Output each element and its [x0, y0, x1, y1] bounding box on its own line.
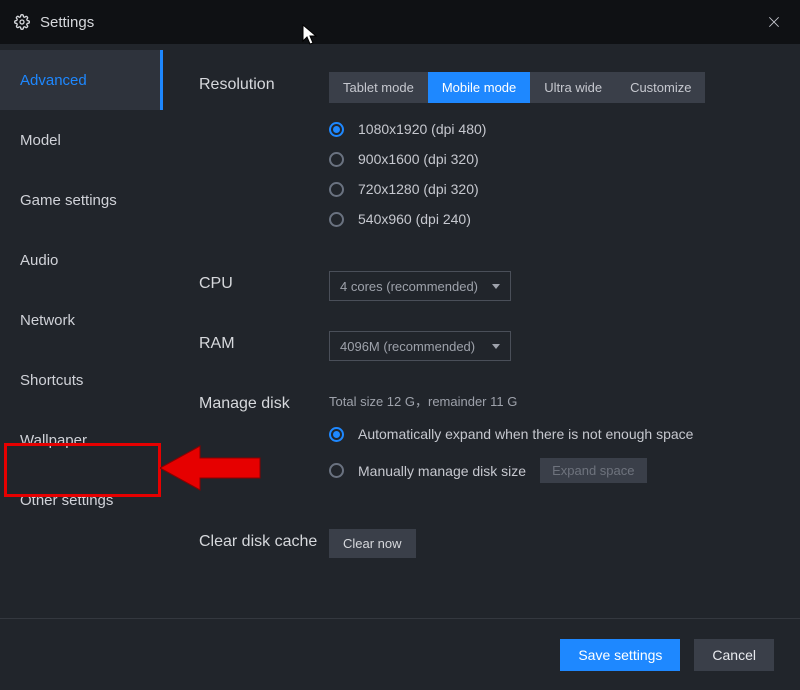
sidebar-item-audio[interactable]: Audio	[0, 230, 163, 290]
resolution-option[interactable]: 720x1280 (dpi 320)	[329, 181, 800, 197]
radio-label: 720x1280 (dpi 320)	[358, 181, 479, 197]
tab-ultra-wide[interactable]: Ultra wide	[530, 72, 616, 103]
sidebar-item-shortcuts[interactable]: Shortcuts	[0, 350, 163, 410]
sidebar-item-wallpaper[interactable]: Wallpaper	[0, 410, 163, 470]
cpu-select[interactable]: 4 cores (recommended)	[329, 271, 511, 301]
radio-label: 900x1600 (dpi 320)	[358, 151, 479, 167]
clear-cache-button[interactable]: Clear now	[329, 529, 416, 558]
cancel-button[interactable]: Cancel	[694, 639, 774, 671]
radio-label: Manually manage disk size	[358, 463, 526, 479]
radio-label: 1080x1920 (dpi 480)	[358, 121, 486, 137]
footer: Save settings Cancel	[0, 618, 800, 690]
sidebar-item-label: Advanced	[20, 72, 87, 89]
sidebar-item-label: Network	[20, 312, 75, 329]
resolution-option[interactable]: 540x960 (dpi 240)	[329, 211, 800, 227]
content-pane: Resolution Tablet mode Mobile mode Ultra…	[163, 44, 800, 618]
chevron-down-icon	[492, 344, 500, 349]
disk-label: Manage disk	[199, 391, 329, 413]
tab-mobile-mode[interactable]: Mobile mode	[428, 72, 530, 103]
sidebar-item-label: Wallpaper	[20, 432, 87, 449]
sidebar: Advanced Model Game settings Audio Netwo…	[0, 44, 163, 618]
expand-space-button: Expand space	[540, 458, 646, 483]
tab-tablet-mode[interactable]: Tablet mode	[329, 72, 428, 103]
radio-icon	[329, 212, 344, 227]
resolution-option[interactable]: 1080x1920 (dpi 480)	[329, 121, 800, 137]
resolution-label: Resolution	[199, 72, 329, 94]
ram-label: RAM	[199, 331, 329, 353]
sidebar-item-other-settings[interactable]: Other settings	[0, 470, 163, 530]
radio-label: Automatically expand when there is not e…	[358, 426, 693, 442]
select-value: 4 cores (recommended)	[340, 279, 478, 294]
disk-auto-option[interactable]: Automatically expand when there is not e…	[329, 426, 800, 442]
radio-icon	[329, 122, 344, 137]
sidebar-item-label: Audio	[20, 252, 58, 269]
sidebar-item-label: Other settings	[20, 492, 113, 509]
gear-icon	[14, 14, 30, 30]
radio-label: 540x960 (dpi 240)	[358, 211, 471, 227]
chevron-down-icon	[492, 284, 500, 289]
tab-label: Tablet mode	[343, 80, 414, 95]
title-bar: Settings	[0, 0, 800, 44]
radio-icon	[329, 427, 344, 442]
select-value: 4096M (recommended)	[340, 339, 475, 354]
sidebar-item-advanced[interactable]: Advanced	[0, 50, 163, 110]
close-button[interactable]	[762, 10, 786, 34]
disk-manual-option[interactable]: Manually manage disk size Expand space	[329, 458, 800, 483]
tab-label: Customize	[630, 80, 691, 95]
radio-icon	[329, 152, 344, 167]
sidebar-item-label: Shortcuts	[20, 372, 83, 389]
sidebar-item-label: Game settings	[20, 192, 117, 209]
disk-info: Total size 12 G，remainder 11 G	[329, 391, 800, 410]
resolution-tabs: Tablet mode Mobile mode Ultra wide Custo…	[329, 72, 705, 103]
sidebar-item-game-settings[interactable]: Game settings	[0, 170, 163, 230]
ram-select[interactable]: 4096M (recommended)	[329, 331, 511, 361]
radio-icon	[329, 463, 344, 478]
sidebar-item-model[interactable]: Model	[0, 110, 163, 170]
tab-label: Ultra wide	[544, 80, 602, 95]
radio-icon	[329, 182, 344, 197]
window-title: Settings	[40, 14, 94, 31]
tab-customize[interactable]: Customize	[616, 72, 705, 103]
sidebar-item-network[interactable]: Network	[0, 290, 163, 350]
sidebar-item-label: Model	[20, 132, 61, 149]
cpu-label: CPU	[199, 271, 329, 293]
resolution-option[interactable]: 900x1600 (dpi 320)	[329, 151, 800, 167]
save-button[interactable]: Save settings	[560, 639, 680, 671]
cache-label: Clear disk cache	[199, 529, 329, 551]
tab-label: Mobile mode	[442, 80, 516, 95]
